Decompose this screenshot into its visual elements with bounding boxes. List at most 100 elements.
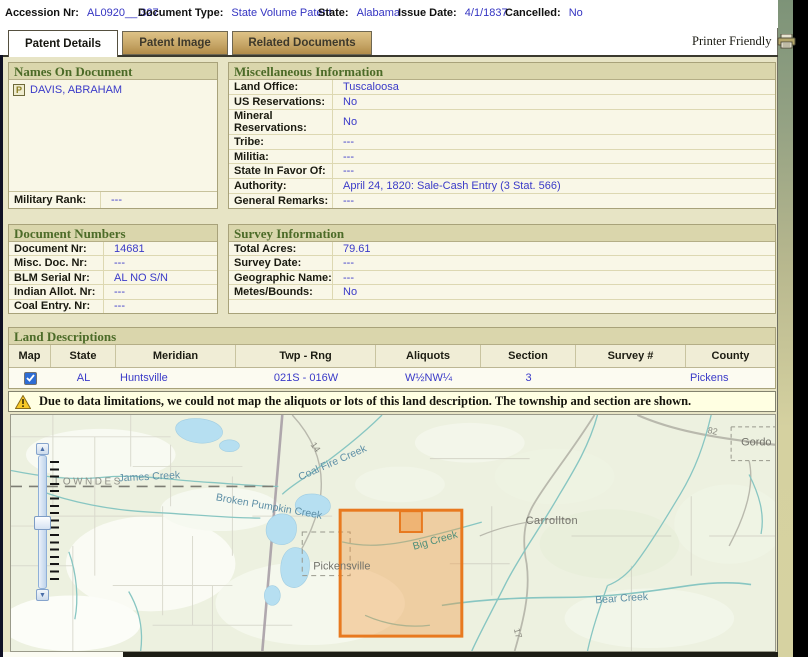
coal-entry-nr-row: Coal Entry. Nr: --- (9, 300, 217, 313)
table-row: AL Huntsville 021S - 016W W½NW¼ 3 Picken… (9, 368, 775, 388)
bottom-left-strip (3, 652, 123, 657)
miscellaneous-information-section: Miscellaneous Information Land Office: T… (228, 62, 776, 209)
indian-allot-nr-row: Indian Allot. Nr: --- (9, 285, 217, 299)
document-numbers-section: Document Numbers Document Nr: 14681 Misc… (8, 224, 218, 314)
land-office-label: Land Office: (229, 80, 333, 94)
us-reservations-value: No (333, 96, 357, 108)
patentee-name-link[interactable]: DAVIS, ABRAHAM (30, 84, 122, 96)
accession-label: Accession Nr: (5, 7, 79, 19)
survey-information-title: Survey Information (229, 225, 775, 242)
total-acres-label: Total Acres: (229, 242, 333, 255)
issue-date-label: Issue Date: (398, 7, 457, 19)
map-zoom-tick-marks (50, 461, 59, 585)
map-zoom-out-button[interactable]: ▼ (36, 589, 49, 601)
warning-text: Due to data limitations, we could not ma… (39, 394, 691, 409)
content-left-border (0, 55, 3, 657)
state-in-favor-label: State In Favor Of: (229, 164, 333, 178)
misc-doc-nr-label: Misc. Doc. Nr: (9, 256, 104, 269)
glo-patent-details-page: Accession Nr: AL0920__.327 Document Type… (0, 0, 808, 657)
basemap-canvas: LOWNDES James Creek Broken Pumpkin Creek… (11, 415, 775, 651)
indian-allot-nr-label: Indian Allot. Nr: (9, 285, 104, 298)
patentee-entry: P DAVIS, ABRAHAM (13, 84, 213, 96)
column-header-map: Map (9, 345, 51, 367)
column-header-meridian: Meridian (116, 345, 236, 367)
document-numbers-title: Document Numbers (9, 225, 217, 242)
total-acres-value: 79.61 (333, 243, 371, 255)
zoom-out-arrow-icon: ▼ (39, 592, 46, 599)
land-descriptions-header-row: Map State Meridian Twp - Rng Aliquots Se… (9, 345, 775, 368)
land-office-value: Tuscaloosa (333, 81, 399, 93)
general-remarks-row: General Remarks: --- (229, 194, 775, 208)
land-descriptions-section: Land Descriptions Map State Meridian Twp… (8, 327, 776, 389)
check-icon (26, 374, 35, 382)
map-zoom-in-button[interactable]: ▲ (36, 443, 49, 455)
accession-field: Accession Nr: AL0920__.327 (5, 7, 159, 19)
map-limitation-warning: Due to data limitations, we could not ma… (8, 391, 776, 412)
map-label-pickensville: Pickensville (313, 561, 370, 573)
survey-filler-row (229, 300, 775, 313)
survey-date-value: --- (333, 257, 354, 269)
militia-row: Militia: --- (229, 150, 775, 165)
patentee-badge-icon: P (13, 84, 25, 96)
issue-date-field: Issue Date: 4/1/1837 (398, 7, 508, 19)
map-label-county: LOWNDES (55, 476, 123, 487)
cell-aliquots: W½NW¼ (376, 368, 481, 388)
mineral-reservations-row: Mineral Reservations: No (229, 110, 775, 135)
document-nr-label: Document Nr: (9, 242, 104, 255)
document-type-label: Document Type: (138, 7, 223, 19)
cancelled-value: No (569, 7, 583, 19)
cell-meridian-link[interactable]: Huntsville (116, 368, 236, 388)
document-type-field: Document Type: State Volume Patent (138, 7, 332, 19)
map-checkbox[interactable] (24, 372, 37, 385)
warning-triangle-icon (15, 395, 31, 409)
metes-bounds-value: No (333, 286, 357, 298)
column-header-survey: Survey # (576, 345, 686, 367)
metes-bounds-row: Metes/Bounds: No (229, 285, 775, 299)
cancelled-field: Cancelled: No (505, 7, 583, 19)
authority-label: Authority: (229, 179, 333, 193)
tribe-row: Tribe: --- (229, 135, 775, 150)
printer-friendly-label: Printer Friendly (692, 34, 772, 49)
cancelled-label: Cancelled: (505, 7, 561, 19)
coal-entry-nr-label: Coal Entry. Nr: (9, 300, 104, 313)
survey-date-label: Survey Date: (229, 256, 333, 269)
militia-label: Militia: (229, 150, 333, 164)
cell-county-link[interactable]: Pickens (686, 368, 775, 388)
cell-survey (576, 368, 686, 388)
indian-allot-nr-value: --- (104, 286, 125, 298)
cell-twp-rng: 021S - 016W (236, 368, 376, 388)
mineral-reservations-label: Mineral Reservations: (229, 110, 333, 134)
names-on-document-title: Names On Document (9, 63, 217, 80)
issue-date-value: 4/1/1837 (465, 7, 508, 19)
total-acres-row: Total Acres: 79.61 (229, 242, 775, 256)
cell-section: 3 (481, 368, 576, 388)
survey-information-section: Survey Information Total Acres: 79.61 Su… (228, 224, 776, 314)
section-highlight[interactable] (400, 511, 422, 532)
survey-date-row: Survey Date: --- (229, 256, 775, 270)
tribe-label: Tribe: (229, 135, 333, 149)
authority-row: Authority: April 24, 1820: Sale-Cash Ent… (229, 179, 775, 194)
land-descriptions-title: Land Descriptions (9, 328, 775, 345)
miscellaneous-information-title: Miscellaneous Information (229, 63, 775, 80)
bottom-footer-strip (123, 652, 778, 657)
printer-icon (777, 34, 796, 49)
military-rank-value: --- (101, 194, 122, 206)
map-zoom-slider-handle[interactable] (34, 516, 51, 530)
misc-doc-nr-row: Misc. Doc. Nr: --- (9, 256, 217, 270)
blm-serial-nr-label: BLM Serial Nr: (9, 271, 104, 284)
military-rank-row: Military Rank: --- (9, 191, 217, 208)
blm-serial-nr-row: BLM Serial Nr: AL NO S/N (9, 271, 217, 285)
printer-friendly-button[interactable]: Printer Friendly (692, 34, 796, 49)
column-header-county: County (686, 345, 775, 367)
cell-state: AL (51, 368, 116, 388)
coal-entry-nr-value: --- (104, 300, 125, 312)
document-nr-row: Document Nr: 14681 (9, 242, 217, 256)
mineral-reservations-value: No (333, 116, 357, 128)
state-field: State: Alabama (318, 7, 400, 19)
land-description-map[interactable]: LOWNDES James Creek Broken Pumpkin Creek… (10, 414, 776, 652)
tab-related-documents[interactable]: Related Documents (232, 31, 372, 55)
geographic-name-value: --- (333, 272, 354, 284)
tab-patent-image[interactable]: Patent Image (122, 31, 228, 55)
tab-patent-details[interactable]: Patent Details (8, 30, 118, 57)
tribe-value: --- (333, 136, 354, 148)
